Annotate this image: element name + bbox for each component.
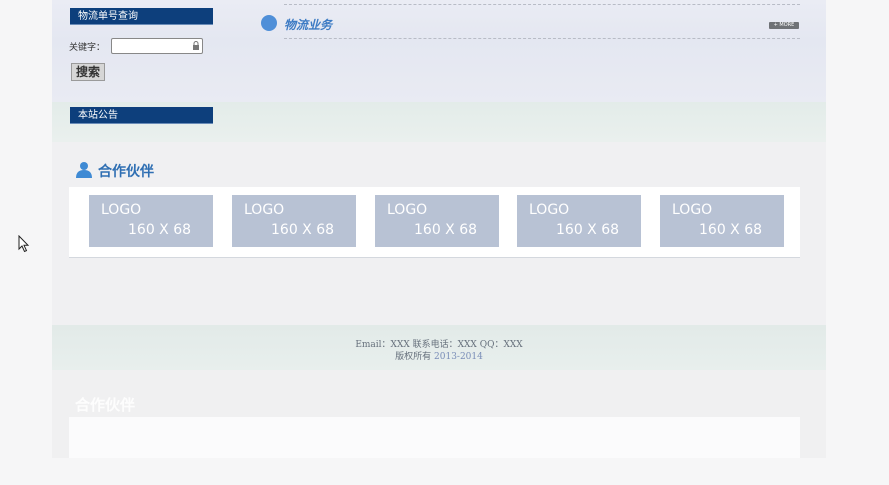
keyword-label: 关键字：	[69, 43, 106, 53]
footer-copyright: 版权所有 2013-2014	[52, 349, 826, 362]
logo-size-text: 160 X 68	[699, 222, 763, 238]
logistics-query-header: 物流单号查询	[70, 8, 213, 25]
logo-size-text: 160 X 68	[128, 222, 192, 238]
faded-box	[69, 417, 800, 458]
page-container: 物流单号查询 关键字： 搜索 物流业务 + MORE 本站公告 合作伙伴 LOG…	[52, 0, 826, 485]
partners-title: 合作伙伴	[98, 164, 154, 180]
keyword-input[interactable]	[111, 38, 203, 54]
partner-logo[interactable]: LOGO 160 X 68	[660, 195, 784, 247]
mouse-cursor-icon	[18, 235, 30, 253]
logo-text: LOGO	[387, 202, 428, 218]
logo-text: LOGO	[101, 202, 142, 218]
partners-logo-strip: LOGO 160 X 68 LOGO 160 X 68 LOGO 160 X 6…	[69, 187, 800, 258]
lock-icon	[193, 41, 199, 50]
copyright-label: 版权所有	[395, 352, 432, 362]
dashed-divider	[284, 38, 800, 39]
partner-logo[interactable]: LOGO 160 X 68	[232, 195, 356, 247]
logo-size-text: 160 X 68	[556, 222, 620, 238]
search-button[interactable]: 搜索	[71, 63, 105, 81]
logo-size-text: 160 X 68	[414, 222, 478, 238]
copyright-years: 2013-2014	[434, 352, 483, 362]
partner-logo[interactable]: LOGO 160 X 68	[375, 195, 499, 247]
more-button[interactable]: + MORE	[769, 22, 799, 29]
top-dashed-divider	[284, 4, 800, 5]
logo-text: LOGO	[529, 202, 570, 218]
logo-text: LOGO	[672, 202, 713, 218]
user-icon	[76, 162, 92, 178]
partner-logo[interactable]: LOGO 160 X 68	[517, 195, 641, 247]
logistics-business-title: 物流业务	[284, 18, 333, 32]
notice-header: 本站公告	[70, 107, 213, 124]
logo-text: LOGO	[244, 202, 285, 218]
faded-partners-title: 合作伙伴	[75, 396, 136, 414]
globe-icon	[261, 15, 277, 31]
logo-size-text: 160 X 68	[271, 222, 335, 238]
partner-logo[interactable]: LOGO 160 X 68	[89, 195, 213, 247]
